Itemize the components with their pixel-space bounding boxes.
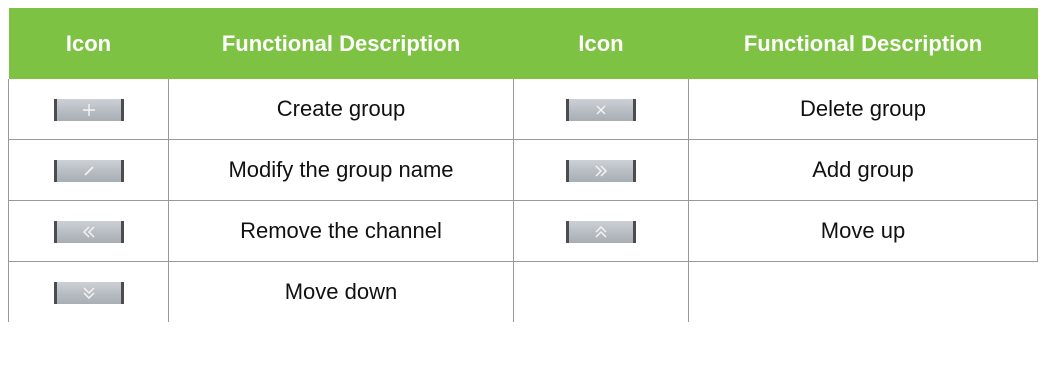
table-row: Remove the channel Move up (8, 200, 1038, 262)
double-chevron-up-icon (595, 226, 607, 238)
icon-description-table: Icon Functional Description Icon Functio… (8, 8, 1038, 322)
empty-cell (689, 262, 1038, 323)
plus-icon (82, 104, 95, 117)
empty-cell (513, 261, 689, 322)
remove-channel-button[interactable] (53, 221, 124, 244)
table-header-row: Icon Functional Description Icon Functio… (8, 8, 1038, 79)
description-remove-channel: Remove the channel (168, 200, 514, 262)
header-description-2: Functional Description (688, 8, 1038, 79)
table-row: Move down (8, 261, 1038, 323)
header-icon-2: Icon (513, 8, 689, 79)
create-group-button[interactable] (53, 99, 124, 122)
description-delete-group: Delete group (688, 79, 1038, 140)
table-row: Create group Delete group (8, 79, 1038, 140)
description-modify-group-name: Modify the group name (168, 139, 514, 201)
description-move-down: Move down (168, 261, 514, 322)
double-chevron-right-icon (595, 165, 608, 177)
description-move-up: Move up (688, 200, 1038, 262)
table-row: Modify the group name Add group (8, 139, 1038, 201)
move-up-button[interactable] (566, 221, 636, 244)
move-down-button[interactable] (53, 282, 124, 305)
description-add-group: Add group (688, 139, 1038, 201)
delete-group-button[interactable] (566, 99, 636, 122)
add-group-button[interactable] (566, 160, 636, 183)
edit-pencil-icon (83, 166, 94, 176)
close-icon (596, 105, 606, 115)
header-description-1: Functional Description (168, 8, 514, 79)
double-chevron-down-icon (82, 287, 95, 300)
description-create-group: Create group (168, 79, 514, 140)
modify-group-name-button[interactable] (53, 160, 124, 183)
double-chevron-left-icon (82, 226, 95, 238)
header-icon-1: Icon (8, 8, 169, 79)
